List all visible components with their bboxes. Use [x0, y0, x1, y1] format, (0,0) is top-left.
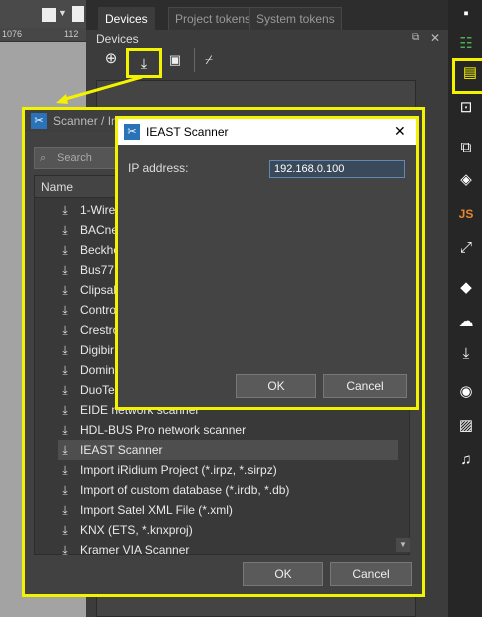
import-icon: ⤓ [62, 503, 68, 517]
list-item[interactable]: ⤓ Import of custom database (*.irdb, *.db… [58, 480, 398, 500]
page-icon[interactable] [72, 6, 84, 22]
import-icon: ⤓ [62, 423, 68, 437]
scanner-ok-button[interactable]: OK [243, 562, 323, 586]
app-icon: ✂ [124, 124, 140, 140]
plus-circle-icon[interactable]: ⊕ [102, 50, 120, 68]
horizontal-ruler: 1076 112 [0, 28, 86, 42]
chevron-down-icon[interactable]: ▼ [58, 8, 70, 20]
list-item[interactable]: ⤓ Kramer VIA Scanner [58, 540, 398, 560]
tree-icon[interactable]: ▪ [454, 2, 478, 26]
import-icon: ⤓ [62, 463, 68, 477]
tree-icon[interactable]: ☷ [454, 32, 478, 56]
list-item-label: BACne [80, 223, 119, 237]
expand-icon[interactable]: ⤢ [454, 236, 478, 260]
list-item[interactable]: ⤓ HDL-BUS Pro network scanner [58, 420, 398, 440]
list-item-label: HDL-BUS Pro network scanner [80, 423, 247, 437]
scanner-dialog-title: Scanner / Im [53, 114, 122, 128]
import-icon: ⤓ [62, 363, 68, 377]
camera-icon[interactable]: ◉ [454, 380, 478, 404]
ruler-value-left: 1076 [2, 29, 23, 39]
fill-icon[interactable]: ◆ [454, 276, 478, 300]
canvas-toolbar: ▼ [0, 0, 86, 28]
list-item-label: Contro [80, 303, 117, 317]
tab-system-tokens[interactable]: System tokens [249, 7, 342, 30]
close-icon[interactable]: ✕ [394, 123, 406, 140]
import-icon: ⤓ [62, 263, 68, 277]
panel-tabs: Devices Project tokens System tokens [86, 0, 448, 30]
import-icon: ⤓ [62, 223, 68, 237]
tab-devices[interactable]: Devices [98, 7, 155, 30]
search-icon: ⌕ [40, 152, 47, 164]
import-icon: ⤓ [62, 283, 68, 297]
ip-address-field[interactable]: 192.168.0.100 [269, 160, 405, 178]
paint-bucket-icon[interactable]: ◈ [454, 168, 478, 192]
ieast-ok-button[interactable]: OK [236, 374, 316, 398]
list-item-label: Clipsal [80, 283, 117, 297]
list-item-label: KNX (ETS, *.knxproj) [80, 523, 193, 537]
column-name: Name [41, 180, 74, 194]
scroll-down-icon[interactable]: ▼ [396, 538, 410, 552]
import-icon: ⤓ [62, 323, 68, 337]
list-item-label: Import of custom database (*.irdb, *.db) [80, 483, 290, 497]
list-item[interactable]: ⤓ IEAST Scanner [58, 440, 398, 460]
import-icon: ⤓ [62, 523, 68, 537]
color-swatch[interactable] [42, 8, 56, 22]
copy-chip-icon[interactable]: ⧉ [454, 136, 478, 160]
ieast-cancel-button[interactable]: Cancel [323, 374, 407, 398]
ieast-dialog-titlebar[interactable]: ✂ IEAST Scanner ✕ [118, 119, 416, 145]
devices-header: Devices ⧉ ✕ ⊕ ⤓ ▣ ⌿ [86, 30, 448, 80]
import-icon: ⤓ [62, 343, 68, 357]
close-panel-icon[interactable]: ✕ [430, 31, 440, 45]
list-item-label: Import Satel XML File (*.xml) [80, 503, 233, 517]
ruler-value-right: 112 [64, 29, 79, 39]
image-icon[interactable]: ▨ [454, 414, 478, 438]
import-icon: ⤓ [62, 483, 68, 497]
chip-icon[interactable]: ▤ [452, 58, 482, 94]
list-item[interactable]: ⤓ Import iRidium Project (*.irpz, *.sirpz… [58, 460, 398, 480]
import-icon: ⤓ [62, 443, 68, 457]
import-icon: ⤓ [62, 203, 68, 217]
camera-device-icon[interactable]: ▣ [166, 52, 184, 68]
music-icon[interactable]: ♫ [454, 448, 478, 472]
search-placeholder: Search [57, 152, 92, 164]
undock-icon[interactable]: ⧉ [412, 32, 419, 43]
ieast-dialog-title: IEAST Scanner [146, 125, 229, 139]
app-icon: ✂ [31, 113, 47, 129]
devices-title: Devices [96, 32, 139, 46]
side-toolbar: ▪ ☷ ▤ ⊡ ⧉ ◈ JS ⤢ ◆ ☁ ⤓ ◉ ▨ ♫ [448, 0, 482, 617]
download-icon[interactable]: ⤓ [454, 342, 478, 366]
cloud-icon[interactable]: ☁ [454, 310, 478, 334]
list-item-label: Kramer VIA Scanner [80, 543, 190, 557]
toolbar-divider [194, 48, 195, 72]
import-icon: ⤓ [62, 543, 68, 557]
import-icon: ⤓ [62, 383, 68, 397]
list-item-label: 1-Wire [80, 203, 116, 217]
list-item-label: Digibir [80, 343, 115, 357]
list-item-label: Crestro [80, 323, 120, 337]
js-icon[interactable]: JS [454, 202, 478, 226]
import-icon[interactable]: ⤓ [126, 48, 162, 78]
list-item-label: Domin [80, 363, 115, 377]
list-item[interactable]: ⤓ Import Satel XML File (*.xml) [58, 500, 398, 520]
ieast-dialog-body [118, 145, 416, 407]
terminal-icon[interactable]: ⊡ [454, 96, 478, 120]
list-item-label: Import iRidium Project (*.irpz, *.sirpz) [80, 463, 277, 477]
list-item-label: DuoTe [80, 383, 115, 397]
import-icon: ⤓ [62, 403, 68, 417]
ip-address-label: IP address: [128, 161, 189, 175]
list-item[interactable]: ⤓ KNX (ETS, *.knxproj) [58, 520, 398, 540]
import-icon: ⤓ [62, 303, 68, 317]
tab-project-tokens[interactable]: Project tokens [168, 7, 259, 30]
list-item-label: IEAST Scanner [80, 443, 163, 457]
import-icon: ⤓ [62, 243, 68, 257]
list-item-label: Bus77 [80, 263, 115, 277]
scanner-cancel-button[interactable]: Cancel [330, 562, 412, 586]
clear-brush-icon[interactable]: ⌿ [200, 52, 218, 68]
